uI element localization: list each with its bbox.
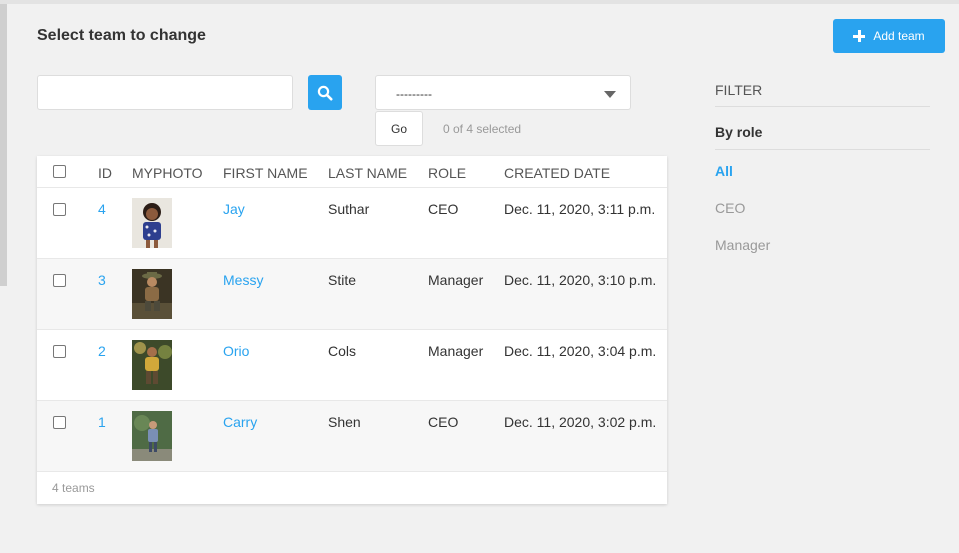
filter-title: FILTER — [715, 82, 763, 98]
row-checkbox[interactable] — [53, 416, 66, 429]
row-first-name-link[interactable]: Orio — [223, 343, 249, 359]
table-footer: 4 teams — [37, 471, 667, 504]
row-first-name-link[interactable]: Messy — [223, 272, 263, 288]
top-border — [0, 0, 959, 4]
action-select[interactable]: --------- — [375, 75, 631, 110]
table-row: 4 Jay Suthar CEO Dec. 11, 2020, 3:11 p.m… — [37, 187, 667, 258]
add-team-label: Add team — [873, 29, 925, 43]
column-header-role[interactable]: ROLE — [428, 165, 466, 181]
team-photo — [132, 269, 172, 319]
page-title: Select team to change — [37, 27, 206, 44]
selection-counter: 0 of 4 selected — [443, 122, 522, 136]
row-id-link[interactable]: 2 — [98, 343, 106, 359]
filter-option-all[interactable]: All — [715, 163, 733, 179]
filter-divider — [715, 149, 930, 150]
row-last-name: Shen — [328, 414, 361, 430]
team-photo — [132, 411, 172, 461]
row-created-date: Dec. 11, 2020, 3:11 p.m. — [504, 201, 656, 217]
select-all-checkbox[interactable] — [53, 165, 66, 178]
chevron-down-icon — [604, 91, 616, 98]
row-last-name: Cols — [328, 343, 357, 359]
team-photo — [132, 340, 172, 390]
filter-option-manager[interactable]: Manager — [715, 237, 770, 253]
row-created-date: Dec. 11, 2020, 3:10 p.m. — [504, 272, 657, 288]
result-count: 4 teams — [52, 481, 95, 495]
left-scrollbar[interactable] — [0, 4, 7, 286]
plus-icon — [853, 30, 866, 42]
row-created-date: Dec. 11, 2020, 3:02 p.m. — [504, 414, 657, 430]
search-input[interactable] — [37, 75, 293, 110]
team-photo — [132, 198, 172, 248]
filter-group-title: By role — [715, 124, 763, 140]
table-row: 1 Carry Shen CEO Dec. 11, 2020, 3:02 p.m… — [37, 400, 667, 471]
row-first-name-link[interactable]: Jay — [223, 201, 245, 217]
row-created-date: Dec. 11, 2020, 3:04 p.m. — [504, 343, 657, 359]
row-first-name-link[interactable]: Carry — [223, 414, 257, 430]
table-row: 3 Messy Stite Manager Dec. 11, 2020, 3:1… — [37, 258, 667, 329]
row-id-link[interactable]: 4 — [98, 201, 106, 217]
row-id-link[interactable]: 1 — [98, 414, 106, 430]
row-last-name: Stite — [328, 272, 357, 288]
row-role: Manager — [428, 343, 484, 359]
row-role: Manager — [428, 272, 484, 288]
table-row: 2 Orio Cols Manager Dec. 11, 2020, 3:04 … — [37, 329, 667, 400]
go-button[interactable]: Go — [375, 111, 423, 146]
search-button[interactable] — [308, 75, 342, 110]
search-icon — [317, 85, 333, 100]
row-id-link[interactable]: 3 — [98, 272, 106, 288]
row-checkbox[interactable] — [53, 345, 66, 358]
column-header-last-name[interactable]: LAST NAME — [328, 165, 407, 181]
row-role: CEO — [428, 414, 459, 430]
action-select-value: --------- — [396, 87, 432, 101]
row-checkbox[interactable] — [53, 203, 66, 216]
row-checkbox[interactable] — [53, 274, 66, 287]
filter-option-ceo[interactable]: CEO — [715, 200, 745, 216]
results-table: ID MYPHOTO FIRST NAME LAST NAME ROLE CRE… — [37, 156, 667, 504]
row-role: CEO — [428, 201, 459, 217]
filter-divider — [715, 106, 930, 107]
column-header-id[interactable]: ID — [98, 165, 112, 181]
column-header-created-date[interactable]: CREATED DATE — [504, 165, 610, 181]
column-header-first-name[interactable]: FIRST NAME — [223, 165, 308, 181]
row-last-name: Suthar — [328, 201, 370, 217]
column-header-myphoto: MYPHOTO — [132, 165, 203, 181]
add-team-button[interactable]: Add team — [833, 19, 945, 53]
